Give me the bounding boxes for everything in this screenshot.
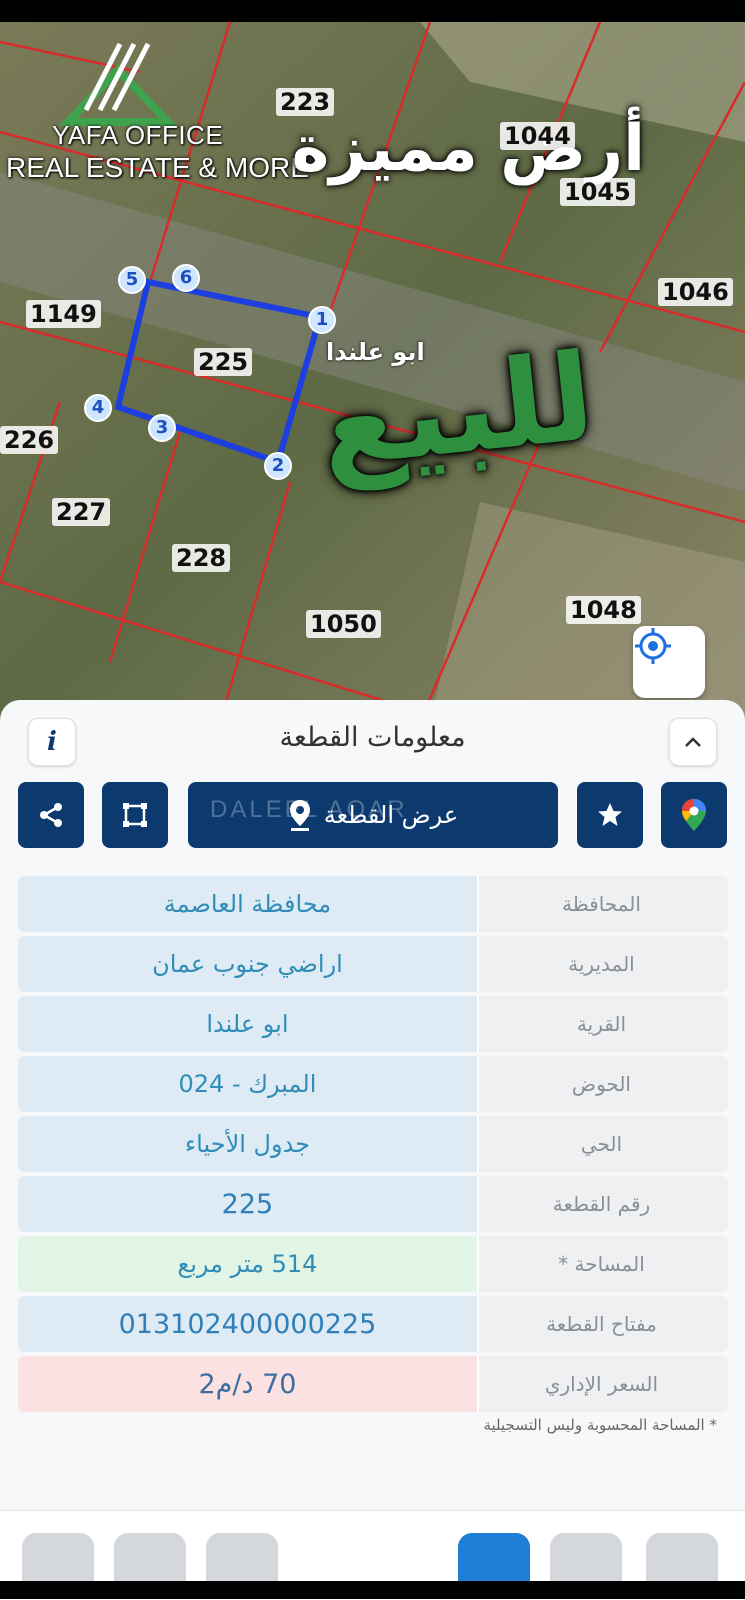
admin-price-label: السعر الإداري: [476, 1356, 728, 1412]
area-footnote: * المساحة المحسوبة وليس التسجيلية: [483, 1416, 717, 1434]
village-label: القرية: [476, 996, 728, 1052]
my-location-button[interactable]: [633, 626, 705, 698]
boundary-button[interactable]: [102, 782, 168, 848]
status-bar: [0, 0, 745, 22]
row-district: جدول الأحياء الحي: [18, 1116, 728, 1172]
admin-price-value: 70 د/م2: [18, 1356, 477, 1412]
governorate-label: المحافظة: [476, 876, 728, 932]
plot-key-label: مفتاح القطعة: [476, 1296, 728, 1352]
plot-number-value: 225: [18, 1176, 477, 1232]
view-plot-button[interactable]: عرض القطعة: [188, 782, 558, 848]
plot-label-1149: 1149: [26, 300, 101, 328]
logo-line1: YAFA OFFICE: [52, 120, 224, 150]
area-label: المساحة *: [476, 1236, 728, 1292]
row-area: 514 متر مربع المساحة *: [18, 1236, 728, 1292]
row-basin: المبرك - 024 الحوض: [18, 1056, 728, 1112]
vertex-3: 3: [148, 414, 176, 442]
share-button[interactable]: [18, 782, 84, 848]
collapse-button[interactable]: [669, 718, 717, 766]
logo-line2: REAL ESTATE & MORE: [6, 152, 309, 183]
view-plot-label: عرض القطعة: [323, 801, 459, 829]
row-plot-key: 013102400000225 مفتاح القطعة: [18, 1296, 728, 1352]
crosshair-icon: [635, 628, 671, 664]
promo-featured-land: أرض مميزة: [291, 112, 645, 186]
district-value: جدول الأحياء: [18, 1116, 477, 1172]
plot-label-225: 225: [194, 348, 253, 376]
row-governorate: محافظة العاصمة المحافظة: [18, 876, 728, 932]
vertex-5: 5: [118, 266, 146, 294]
plot-key-value: 013102400000225: [18, 1296, 477, 1352]
basin-value: المبرك - 024: [18, 1056, 477, 1112]
vertex-6: 6: [172, 264, 200, 292]
row-plot-number: 225 رقم القطعة: [18, 1176, 728, 1232]
area-value: 514 متر مربع: [18, 1236, 477, 1292]
vertex-4: 4: [84, 394, 112, 422]
plot-label-1050: 1050: [306, 610, 381, 638]
plot-info-sheet: i معلومات القطعة عرض القطعة DALEEL AQAR …: [0, 700, 745, 1520]
chevron-up-icon: [685, 737, 701, 747]
plot-label-223: 223: [276, 88, 335, 116]
directorate-value: اراضي جنوب عمان: [18, 936, 477, 992]
system-nav-bar: [0, 1581, 745, 1599]
district-label: الحي: [476, 1116, 728, 1172]
plot-label-1048: 1048: [566, 596, 641, 624]
google-maps-button[interactable]: [661, 782, 727, 848]
favorite-button[interactable]: [577, 782, 643, 848]
village-map-label: ابو علندا: [326, 338, 425, 366]
plot-label-227: 227: [52, 498, 111, 526]
row-village: ابو علندا القرية: [18, 996, 728, 1052]
sheet-title: معلومات القطعة: [279, 722, 466, 753]
polygon-icon: [123, 803, 147, 827]
plot-label-228: 228: [172, 544, 231, 572]
directorate-label: المديرية: [476, 936, 728, 992]
plot-label-1046: 1046: [658, 278, 733, 306]
action-bar: عرض القطعة: [0, 782, 745, 848]
plot-number-label: رقم القطعة: [476, 1176, 728, 1232]
vertex-1: 1: [308, 306, 336, 334]
plot-label-1045: 1045: [560, 178, 635, 206]
map-view[interactable]: YAFA OFFICE REAL ESTATE & MORE أرض مميزة…: [0, 22, 745, 722]
governorate-value: محافظة العاصمة: [18, 876, 477, 932]
plot-label-1044: 1044: [500, 122, 575, 150]
row-directorate: اراضي جنوب عمان المديرية: [18, 936, 728, 992]
location-pin-icon: [289, 800, 310, 831]
star-icon: [598, 803, 622, 826]
plot-label-226: 226: [0, 426, 59, 454]
row-admin-price: 70 د/م2 السعر الإداري: [18, 1356, 728, 1412]
basin-label: الحوض: [476, 1056, 728, 1112]
plot-info-table: محافظة العاصمة المحافظة اراضي جنوب عمان …: [18, 872, 728, 1416]
village-value: ابو علندا: [18, 996, 477, 1052]
vertex-2: 2: [264, 452, 292, 480]
google-maps-pin-icon: [682, 799, 706, 831]
share-icon: [40, 803, 62, 827]
